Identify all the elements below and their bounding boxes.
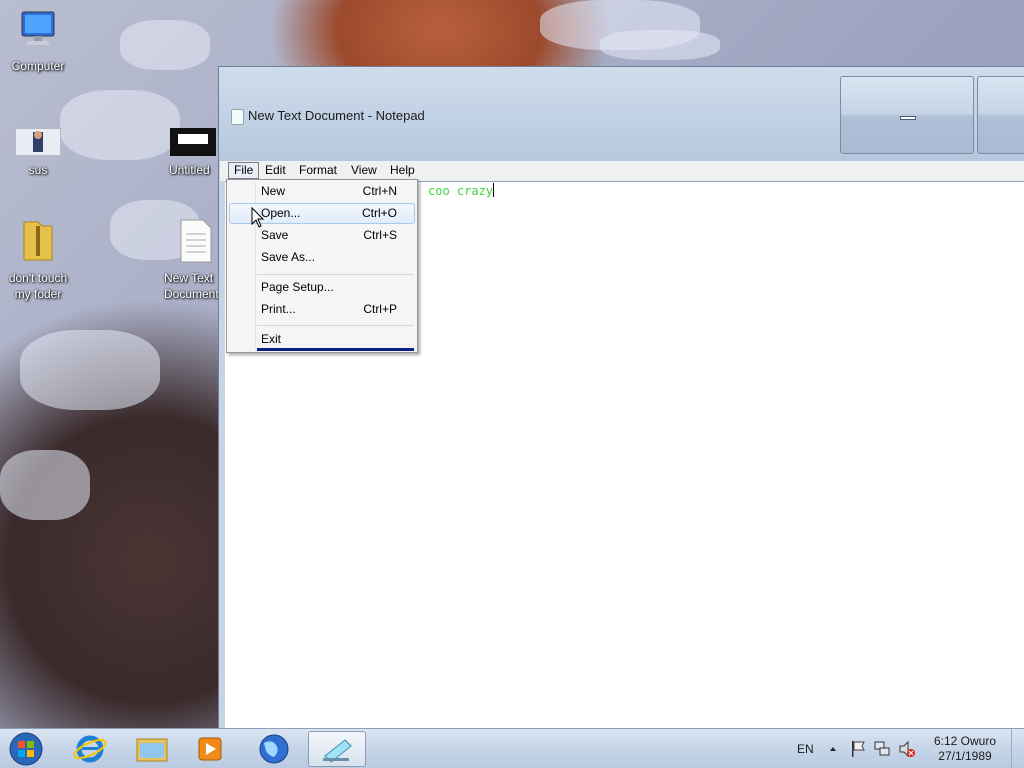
desktop-icon-untitled[interactable]: Untitled (155, 128, 225, 178)
taskbar-internet-explorer[interactable] (62, 731, 118, 767)
network-button[interactable] (873, 729, 891, 768)
menu-item-shortcut: Ctrl+S (363, 228, 397, 242)
volume-button[interactable] (898, 729, 916, 768)
menu-item-new[interactable]: New Ctrl+N (229, 181, 415, 202)
taskbar: EN 6:12 Owuro 27/1/1989 (0, 728, 1024, 768)
menu-item-label: New (261, 184, 286, 198)
internet-explorer-icon (73, 735, 107, 763)
zip-folder-icon (23, 221, 53, 261)
language-indicator[interactable]: EN (797, 729, 814, 768)
desktop-icon-label: Computer (11, 59, 65, 73)
action-center-button[interactable] (850, 729, 866, 768)
notepad-icon (323, 739, 352, 763)
text-file-icon (180, 219, 212, 263)
menu-item-page-setup[interactable]: Page Setup... (229, 277, 415, 298)
taskbar-file-explorer[interactable] (123, 731, 179, 767)
desktop-icon-sus[interactable]: sus (0, 127, 76, 178)
mouse-pointer-icon (251, 207, 265, 228)
maximize-button[interactable] (977, 76, 1024, 154)
menu-item-shortcut: Ctrl+N (362, 184, 397, 198)
menu-file[interactable]: File (228, 162, 260, 179)
globe-icon (259, 734, 289, 764)
volume-muted-icon (899, 740, 915, 758)
minimize-icon (900, 116, 916, 120)
exit-underline (257, 348, 414, 351)
taskbar-media-player[interactable] (182, 731, 238, 767)
title-bar[interactable]: New Text Document - Notepad (219, 67, 1024, 161)
image-thumbnail-icon (170, 128, 216, 156)
show-desktop-button[interactable] (1011, 729, 1024, 768)
menu-item-label: Open... (261, 206, 301, 220)
menu-item-label: Exit (261, 332, 282, 346)
file-menu-dropdown: New Ctrl+N Open... Ctrl+O Save Ctrl+S Sa… (226, 179, 418, 353)
menu-item-label: Save As... (261, 250, 316, 264)
media-player-icon (198, 737, 222, 761)
menu-format[interactable]: Format (294, 162, 342, 179)
taskbar-globe[interactable] (246, 731, 302, 767)
menu-item-label: Save (261, 228, 289, 242)
editor-content: coo crazy (428, 183, 495, 198)
menu-item-label: Print... (261, 302, 296, 316)
flag-icon (852, 741, 865, 757)
taskbar-notepad[interactable] (308, 731, 366, 767)
image-thumbnail-icon (14, 127, 62, 157)
menu-bar: File Edit Format View Help (220, 161, 1024, 181)
menu-separator (257, 274, 414, 275)
network-icon (874, 741, 890, 756)
minimize-button[interactable] (840, 76, 974, 154)
chevron-up-icon (830, 747, 836, 751)
desktop-icon-label: sus (28, 163, 48, 177)
file-explorer-icon (136, 738, 168, 762)
menu-item-print[interactable]: Print... Ctrl+P (229, 299, 415, 320)
notepad-window: New Text Document - Notepad File Edit Fo… (218, 66, 1024, 730)
menu-item-shortcut: Ctrl+O (361, 206, 397, 220)
desktop-icon-label: New Text Document (164, 271, 219, 301)
clock[interactable]: 6:12 Owuro 27/1/1989 (934, 734, 996, 764)
menu-item-exit[interactable]: Exit (229, 329, 415, 350)
editor-text: coo crazy (428, 184, 494, 198)
windows-logo-icon (9, 732, 43, 766)
desktop-icon-folder[interactable]: don't touch my foder (0, 218, 76, 302)
menu-view[interactable]: View (346, 162, 382, 179)
menu-edit[interactable]: Edit (260, 162, 291, 179)
desktop-icon-label: don't touch my foder (8, 271, 68, 301)
desktop-icon-label: Untitled (169, 163, 210, 177)
desktop-icon-computer[interactable]: Computer (0, 8, 76, 74)
desktop-icon-new-text-document[interactable]: New Text Document (155, 218, 225, 302)
clock-time: 6:12 Owuro (933, 734, 996, 748)
clock-date: 27/1/1989 (938, 749, 992, 763)
window-title: New Text Document - Notepad (248, 108, 425, 123)
start-button[interactable] (6, 731, 46, 767)
text-caret (493, 183, 495, 197)
menu-separator (257, 325, 414, 326)
menu-help[interactable]: Help (385, 162, 420, 179)
menu-item-shortcut: Ctrl+P (363, 302, 397, 316)
notepad-icon (231, 109, 244, 125)
show-hidden-icons-button[interactable] (828, 729, 838, 768)
menu-item-save-as[interactable]: Save As... (229, 247, 415, 268)
computer-icon (21, 11, 55, 45)
menu-item-label: Page Setup... (261, 280, 334, 294)
